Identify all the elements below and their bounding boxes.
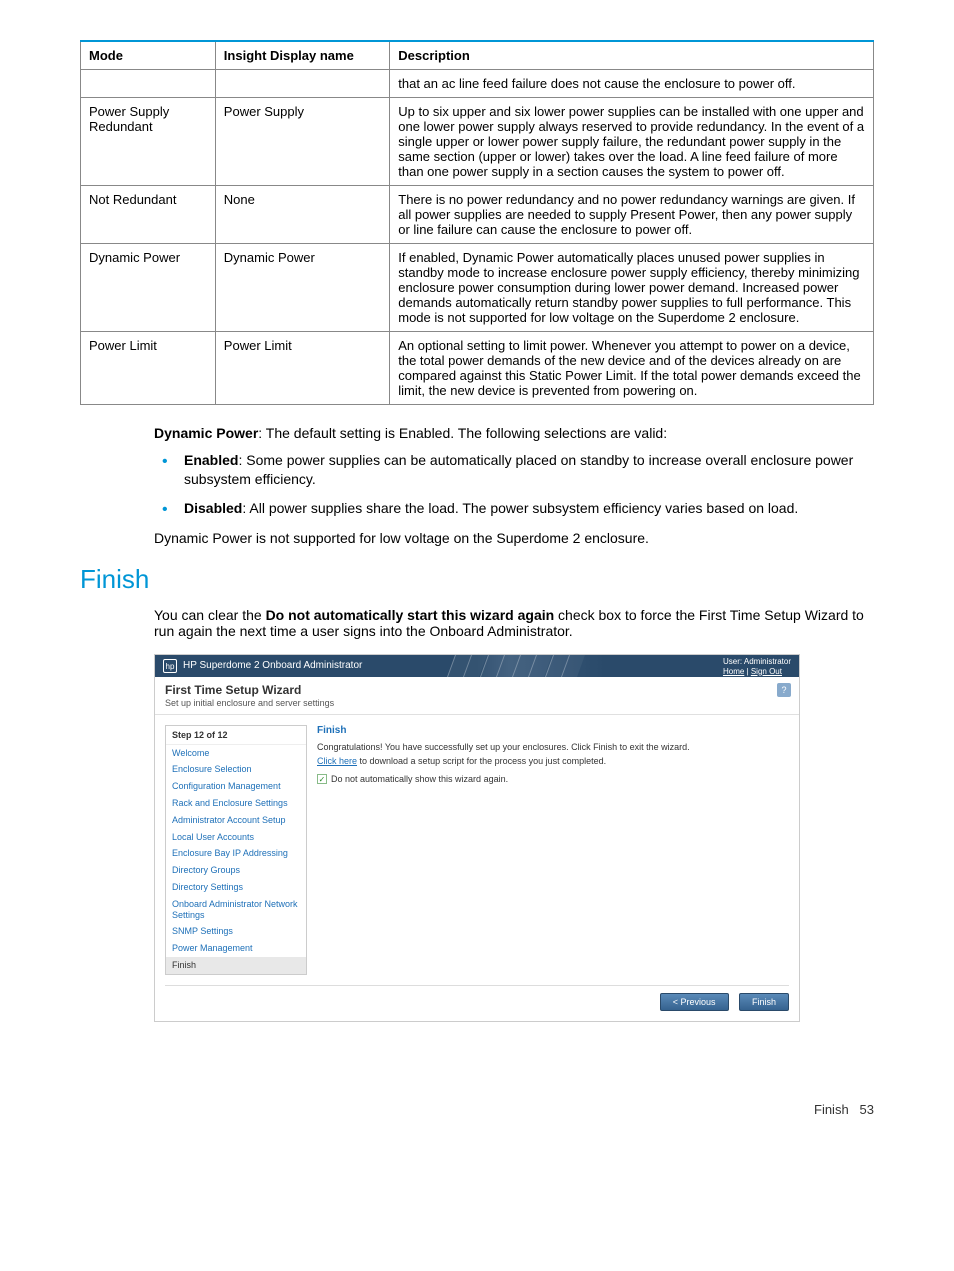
wizard-title: First Time Setup Wizard: [165, 683, 789, 697]
table-row: Power Limit Power Limit An optional sett…: [81, 332, 874, 405]
table-row: Not Redundant None There is no power red…: [81, 186, 874, 244]
sidebar-item-snmp-settings[interactable]: SNMP Settings: [166, 923, 306, 940]
table-row: Power Supply Redundant Power Supply Up t…: [81, 98, 874, 186]
table-row: Dynamic Power Dynamic Power If enabled, …: [81, 244, 874, 332]
auto-wizard-checkbox[interactable]: ✓: [317, 774, 327, 784]
previous-button[interactable]: < Previous: [660, 993, 729, 1011]
sidebar-item-enclosure-selection[interactable]: Enclosure Selection: [166, 761, 306, 778]
cell-display: Power Limit: [215, 332, 389, 405]
hp-logo-icon: hp: [163, 659, 177, 673]
sidebar-item-finish[interactable]: Finish: [166, 957, 306, 974]
dynamic-power-intro: Dynamic Power: The default setting is En…: [154, 425, 874, 441]
sidebar-item-rack-enclosure-settings[interactable]: Rack and Enclosure Settings: [166, 795, 306, 812]
bullet-text: : All power supplies share the load. The…: [242, 500, 798, 516]
sign-out-link[interactable]: Sign Out: [751, 667, 782, 676]
cell-display: Dynamic Power: [215, 244, 389, 332]
cell-mode: Not Redundant: [81, 186, 216, 244]
wizard-body: Step 12 of 12 Welcome Enclosure Selectio…: [155, 715, 799, 985]
wizard-header: First Time Setup Wizard Set up initial e…: [155, 677, 799, 715]
cell-desc: If enabled, Dynamic Power automatically …: [390, 244, 874, 332]
finish-intro-bold: Do not automatically start this wizard a…: [266, 607, 555, 623]
checkbox-row: ✓ Do not automatically show this wizard a…: [317, 774, 789, 785]
finish-button[interactable]: Finish: [739, 993, 789, 1011]
cell-desc: that an ac line feed failure does not ca…: [390, 70, 874, 98]
cell-display: Power Supply: [215, 98, 389, 186]
home-link[interactable]: Home: [723, 667, 744, 676]
download-text: Click here to download a setup script fo…: [317, 756, 789, 766]
dynamic-power-options: Enabled: Some power supplies can be auto…: [154, 451, 874, 518]
bullet-label: Enabled: [184, 452, 238, 468]
app-topbar: hp HP Superdome 2 Onboard Administrator …: [155, 655, 799, 677]
dynamic-power-label: Dynamic Power: [154, 425, 258, 441]
footer-section: Finish: [814, 1102, 849, 1117]
cell-mode: Dynamic Power: [81, 244, 216, 332]
help-icon[interactable]: ?: [777, 683, 791, 697]
sidebar-item-oa-network-settings[interactable]: Onboard Administrator Network Settings: [166, 896, 306, 924]
sidebar-item-local-user-accounts[interactable]: Local User Accounts: [166, 829, 306, 846]
cell-display: [215, 70, 389, 98]
user-info: User: Administrator Home | Sign Out: [723, 657, 791, 677]
bullet-disabled: Disabled: All power supplies share the l…: [154, 499, 874, 518]
wizard-screenshot: hp HP Superdome 2 Onboard Administrator …: [154, 654, 800, 1022]
sidebar-item-power-management[interactable]: Power Management: [166, 940, 306, 957]
wizard-sidebar: Step 12 of 12 Welcome Enclosure Selectio…: [165, 725, 307, 975]
wizard-buttons: < Previous Finish: [155, 986, 799, 1021]
decorative-stripes-icon: [451, 655, 581, 677]
congrats-text: Congratulations! You have successfully s…: [317, 742, 789, 752]
cell-desc: There is no power redundancy and no powe…: [390, 186, 874, 244]
cell-mode: Power Supply Redundant: [81, 98, 216, 186]
sidebar-item-enclosure-bay-ip[interactable]: Enclosure Bay IP Addressing: [166, 845, 306, 862]
th-mode: Mode: [81, 41, 216, 70]
bullet-enabled: Enabled: Some power supplies can be auto…: [154, 451, 874, 489]
page-footer: Finish 53: [80, 1102, 874, 1117]
wizard-subtitle: Set up initial enclosure and server sett…: [165, 698, 789, 708]
power-mode-table: Mode Insight Display name Description th…: [80, 40, 874, 405]
bullet-text: : Some power supplies can be automatical…: [184, 452, 853, 487]
main-title: Finish: [317, 725, 789, 736]
cell-desc: Up to six upper and six lower power supp…: [390, 98, 874, 186]
cell-display: None: [215, 186, 389, 244]
finish-intro-pre: You can clear the: [154, 607, 266, 623]
sidebar-item-welcome[interactable]: Welcome: [166, 745, 306, 762]
cell-mode: Power Limit: [81, 332, 216, 405]
sidebar-item-admin-account-setup[interactable]: Administrator Account Setup: [166, 812, 306, 829]
step-counter: Step 12 of 12: [166, 726, 306, 745]
app-title: HP Superdome 2 Onboard Administrator: [183, 660, 362, 671]
finish-heading: Finish: [80, 564, 874, 595]
sidebar-item-configuration-management[interactable]: Configuration Management: [166, 778, 306, 795]
dynamic-power-note: Dynamic Power is not supported for low v…: [154, 530, 874, 546]
th-desc: Description: [390, 41, 874, 70]
th-display: Insight Display name: [215, 41, 389, 70]
page-number: 53: [860, 1102, 874, 1117]
cell-desc: An optional setting to limit power. When…: [390, 332, 874, 405]
download-text-rest: to download a setup script for the proce…: [357, 756, 606, 766]
wizard-main: Finish Congratulations! You have success…: [317, 725, 789, 975]
finish-intro: You can clear the Do not automatically s…: [154, 607, 874, 639]
dynamic-power-intro-text: : The default setting is Enabled. The fo…: [258, 425, 667, 441]
sidebar-item-directory-groups[interactable]: Directory Groups: [166, 862, 306, 879]
bullet-label: Disabled: [184, 500, 242, 516]
cell-mode: [81, 70, 216, 98]
checkbox-label: Do not automatically show this wizard ag…: [331, 774, 508, 784]
sidebar-item-directory-settings[interactable]: Directory Settings: [166, 879, 306, 896]
download-script-link[interactable]: Click here: [317, 756, 357, 766]
table-row: that an ac line feed failure does not ca…: [81, 70, 874, 98]
user-label: User: Administrator: [723, 657, 791, 667]
